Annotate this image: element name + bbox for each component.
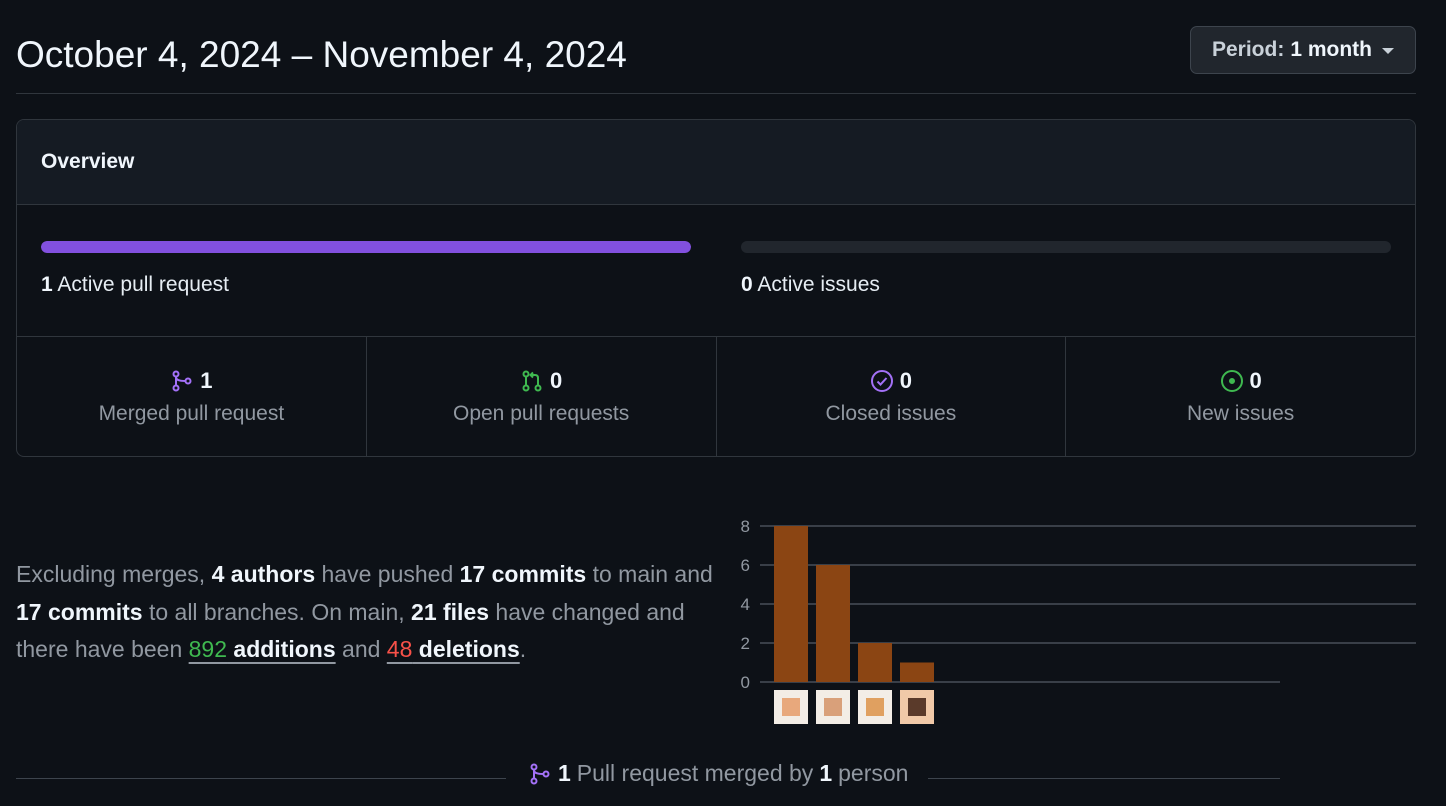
files-count: 21 files [411,598,490,625]
issue-opened-icon [1220,370,1243,392]
period-dropdown-button[interactable]: Period: 1 month [1190,26,1416,74]
git-pull-request-icon [522,370,542,392]
new-issues-value: 0 [1249,368,1262,393]
additions-count: 892 [188,636,228,662]
people-text: person [838,760,909,786]
closed-issues-value: 0 [899,368,912,393]
bar-author-2[interactable] [816,565,850,682]
merged-prs-value: 1 [200,368,213,393]
caret-down-icon [1382,48,1394,54]
period-value: 1 month [1290,38,1372,61]
bar-author-1[interactable] [774,526,808,682]
avatar[interactable] [774,690,808,724]
active-issues-bar [741,241,1391,253]
divider-line-left [16,778,506,779]
avatar[interactable] [858,690,892,724]
deletions-link[interactable]: 48 deletions [387,636,520,662]
merged-prs-label: Merged pull request [98,402,285,425]
commits-main-count: 17 commits [459,561,587,587]
y-tick-label: 8 [741,517,750,536]
overview-title: Overview [17,120,1415,205]
active-issues-label: Active issues [757,273,880,296]
avatar[interactable] [900,690,934,724]
deletions-count: 48 [386,636,413,662]
open-prs-label: Open pull requests [452,402,630,425]
merged-prs-divider: 1 Pull request merged by 1 person [16,760,1280,790]
stat-merged-prs[interactable]: 1 Merged pull request [17,337,367,456]
y-tick-label: 4 [741,595,750,614]
page-header: October 4, 2024 – November 4, 2024 Perio… [16,26,1416,94]
merged-text: Pull request merged by [576,760,814,786]
authors-count: 4 authors [211,561,316,587]
summary-text: have pushed [315,561,460,587]
git-merge-icon [172,370,192,392]
active-prs-block[interactable]: 1 Active pull request [41,241,691,297]
merged-prs-summary: 1 Pull request merged by 1 person [528,760,908,787]
active-issues-count: 0 [741,273,753,296]
y-tick-label: 6 [741,556,750,575]
additions-word: additions [227,636,336,662]
active-prs-label: Active pull request [57,273,229,296]
avatar[interactable] [816,690,850,724]
divider-line-right [928,778,1280,779]
active-prs-text[interactable]: 1 Active pull request [41,273,691,297]
active-issues-text[interactable]: 0 Active issues [741,273,1391,297]
closed-issues-label: Closed issues [825,402,957,425]
stat-new-issues[interactable]: 0 New issues [1066,337,1415,456]
overview-panel: Overview 1 Active pull request 0 Active … [16,119,1416,457]
y-tick-label: 0 [741,673,750,692]
stat-open-prs[interactable]: 0 Open pull requests [367,337,717,456]
git-merge-icon [530,763,550,784]
summary-text: . [519,636,527,662]
issue-closed-icon [870,370,893,392]
date-range-title: October 4, 2024 – November 4, 2024 [16,34,627,75]
commits-all-count: 17 commits [16,598,143,625]
commits-by-author-chart: 0 2 4 6 8 [730,510,1430,735]
active-prs-bar-fill [41,241,691,253]
summary-text: Excluding merges, [16,561,212,587]
active-issues-block[interactable]: 0 Active issues [741,241,1391,297]
bar-author-3[interactable] [858,643,892,682]
summary-text: to main and [586,561,713,587]
people-count: 1 [819,760,833,786]
y-tick-label: 2 [741,634,750,653]
open-prs-value: 0 [550,368,563,393]
stat-closed-issues[interactable]: 0 Closed issues [717,337,1067,456]
chart-svg: 0 2 4 6 8 [741,517,1416,724]
period-label: Period: [1211,38,1285,61]
deletions-word: deletions [412,636,520,662]
active-prs-count: 1 [41,273,53,296]
summary-text: and [335,636,387,662]
overview-stats: 1 Merged pull request 0 Open pull reques… [17,337,1415,456]
new-issues-label: New issues [1186,402,1295,425]
activity-bars: 1 Active pull request 0 Active issues [17,205,1415,337]
active-prs-bar [41,241,691,253]
commit-summary: Excluding merges, 4 authors have pushed … [16,556,716,669]
additions-link[interactable]: 892 additions [189,636,336,662]
bar-author-4[interactable] [900,662,934,683]
summary-text: to all branches. On main, [142,598,412,625]
merged-count: 1 [558,760,571,786]
